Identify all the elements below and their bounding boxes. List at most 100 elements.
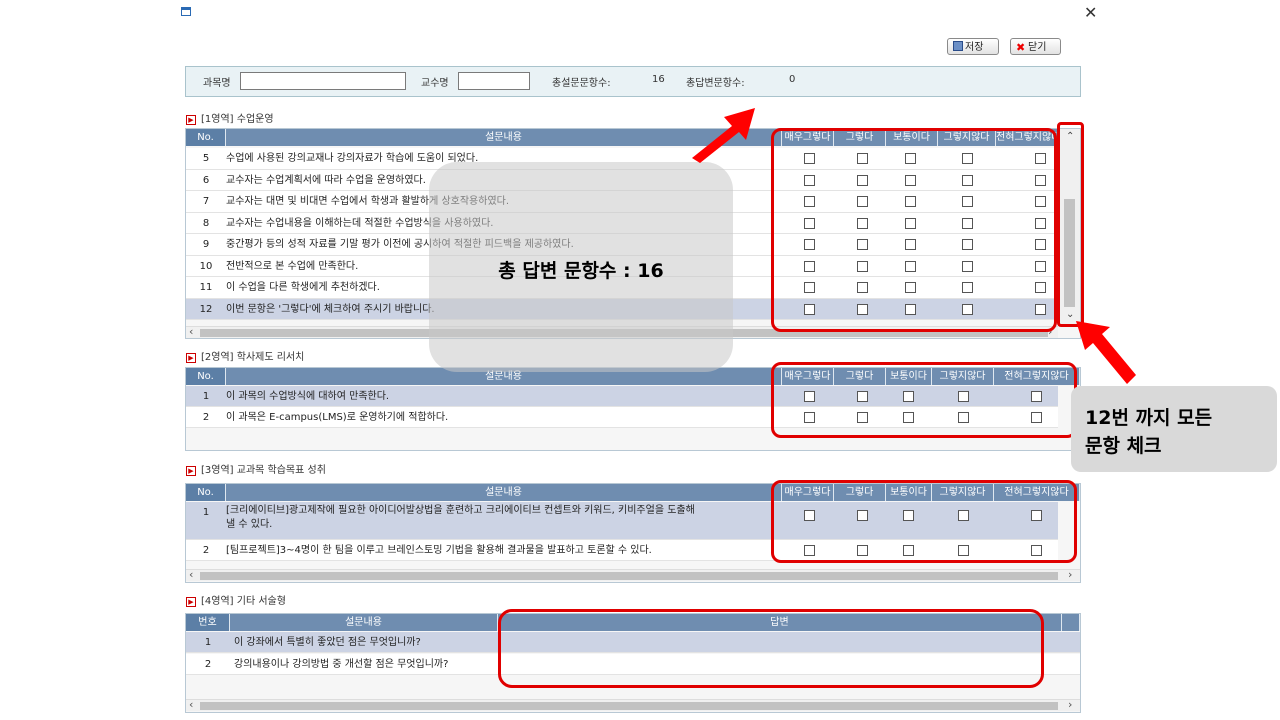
scroll-left-icon[interactable]: ‹ (189, 568, 193, 581)
option-4-checkbox[interactable] (958, 510, 969, 521)
section-3-hscroll[interactable]: ‹ › (186, 568, 1080, 581)
col-num-header: 번호 (186, 614, 230, 631)
table-row[interactable]: 2 [팀프로젝트]3~4명이 한 팀을 이루고 브레인스토밍 기법을 활용해 결과… (186, 540, 1058, 561)
option-5-checkbox[interactable] (1035, 174, 1046, 186)
scroll-left-icon[interactable]: ‹ (189, 325, 193, 338)
option-1-checkbox[interactable] (804, 217, 815, 229)
option-3-checkbox[interactable] (903, 545, 914, 556)
row-number: 1 (202, 507, 210, 518)
option-1-checkbox[interactable] (804, 510, 815, 521)
option-5-checkbox[interactable] (1031, 545, 1042, 556)
option-3-checkbox[interactable] (903, 412, 914, 423)
col-opt4-header: 그렇지않다 (932, 368, 994, 385)
option-3-checkbox[interactable] (905, 282, 916, 293)
option-5-checkbox[interactable] (1031, 510, 1042, 521)
option-4-checkbox[interactable] (962, 174, 973, 186)
annotation-center-text: 총 답변 문항수 : 16 (498, 260, 664, 282)
col-answer-header: 답변 (498, 614, 1062, 631)
option-5-checkbox[interactable] (1035, 282, 1046, 293)
table-row[interactable]: 1 [크리에이티브]광고제작에 필요한 아이디어발상법을 훈련하고 크리에이티브 … (186, 502, 1058, 540)
option-5-checkbox[interactable] (1035, 303, 1046, 315)
option-3-checkbox[interactable] (903, 391, 914, 402)
hscroll-thumb[interactable] (200, 572, 1058, 580)
table-row[interactable]: 2 이 과목은 E-campus(LMS)로 운영하기에 적합하다. (186, 407, 1058, 428)
option-2-checkbox[interactable] (857, 391, 868, 402)
col-no-header: No. (186, 484, 226, 501)
option-4-checkbox[interactable] (958, 545, 969, 556)
play-icon: ▶ (186, 597, 196, 607)
option-5-checkbox[interactable] (1035, 153, 1046, 164)
option-4-checkbox[interactable] (958, 391, 969, 402)
option-2-checkbox[interactable] (857, 303, 868, 315)
col-filler-header (1062, 614, 1080, 631)
option-4-checkbox[interactable] (962, 282, 973, 293)
option-2-checkbox[interactable] (857, 239, 868, 250)
answer-field[interactable] (498, 654, 1062, 674)
option-4-checkbox[interactable] (962, 196, 973, 207)
section-1-vscroll[interactable]: ⌃ ⌄ (1060, 129, 1080, 325)
scroll-right-icon[interactable]: › (1068, 698, 1072, 711)
option-1-checkbox[interactable] (804, 412, 815, 423)
row-number: 6 (202, 174, 210, 186)
course-input[interactable] (240, 72, 406, 90)
option-1-checkbox[interactable] (804, 391, 815, 402)
annotation-callout: 총 답변 문항수 : 16 (429, 162, 733, 372)
option-1-checkbox[interactable] (804, 282, 815, 293)
option-3-checkbox[interactable] (905, 174, 916, 186)
table-row[interactable]: 1 이 강좌에서 특별히 좋았던 점은 무엇입니까? (186, 632, 1080, 653)
option-2-checkbox[interactable] (857, 545, 868, 556)
option-4-checkbox[interactable] (962, 153, 973, 164)
option-1-checkbox[interactable] (804, 174, 815, 186)
option-1-checkbox[interactable] (804, 260, 815, 272)
option-2-checkbox[interactable] (857, 217, 868, 229)
option-4-checkbox[interactable] (962, 217, 973, 229)
row-question: 이 과목은 E-campus(LMS)로 운영하기에 적합하다. (226, 412, 449, 423)
vscroll-thumb[interactable] (1064, 199, 1075, 307)
section-4-hscroll[interactable]: ‹ › (186, 698, 1080, 711)
option-2-checkbox[interactable] (857, 412, 868, 423)
answer-field[interactable] (498, 632, 1062, 652)
option-1-checkbox[interactable] (804, 239, 815, 250)
hscroll-thumb[interactable] (200, 702, 1058, 710)
option-3-checkbox[interactable] (903, 510, 914, 521)
table-row[interactable]: 2 강의내용이나 강의방법 중 개선할 점은 무엇입니까? (186, 654, 1080, 675)
option-2-checkbox[interactable] (857, 174, 868, 186)
option-3-checkbox[interactable] (905, 239, 916, 250)
scroll-up-icon[interactable]: ⌃ (1066, 131, 1074, 142)
professor-input[interactable] (458, 72, 530, 90)
option-5-checkbox[interactable] (1031, 391, 1042, 402)
option-1-checkbox[interactable] (804, 545, 815, 556)
option-3-checkbox[interactable] (905, 303, 916, 315)
option-4-checkbox[interactable] (958, 412, 969, 423)
option-2-checkbox[interactable] (857, 260, 868, 272)
option-4-checkbox[interactable] (962, 303, 973, 315)
option-2-checkbox[interactable] (857, 510, 868, 521)
option-5-checkbox[interactable] (1031, 412, 1042, 423)
option-3-checkbox[interactable] (905, 196, 916, 207)
option-5-checkbox[interactable] (1035, 196, 1046, 207)
section-1-title: ▶ [1영역] 수업운영 (186, 110, 274, 125)
save-button[interactable]: 저장 (947, 38, 999, 55)
option-5-checkbox[interactable] (1035, 217, 1046, 229)
option-5-checkbox[interactable] (1035, 239, 1046, 250)
scroll-left-icon[interactable]: ‹ (189, 698, 193, 711)
option-1-checkbox[interactable] (804, 153, 815, 164)
scroll-right-icon[interactable]: › (1068, 568, 1072, 581)
option-4-checkbox[interactable] (962, 239, 973, 250)
option-1-checkbox[interactable] (804, 303, 815, 315)
scroll-right-icon[interactable]: › (1048, 325, 1052, 338)
option-2-checkbox[interactable] (857, 282, 868, 293)
option-2-checkbox[interactable] (857, 153, 868, 164)
total-questions-label: 총설문문항수: (552, 78, 611, 89)
option-3-checkbox[interactable] (905, 217, 916, 229)
option-4-checkbox[interactable] (962, 260, 973, 272)
option-2-checkbox[interactable] (857, 196, 868, 207)
close-window-icon[interactable]: ✕ (1084, 3, 1097, 22)
option-3-checkbox[interactable] (905, 153, 916, 164)
option-1-checkbox[interactable] (804, 196, 815, 207)
table-row[interactable]: 1 이 과목의 수업방식에 대하여 만족한다. (186, 386, 1058, 407)
option-3-checkbox[interactable] (905, 260, 916, 272)
row-number: 2 (202, 545, 210, 556)
close-button[interactable]: ✖ 닫기 (1010, 38, 1061, 55)
option-5-checkbox[interactable] (1035, 260, 1046, 272)
